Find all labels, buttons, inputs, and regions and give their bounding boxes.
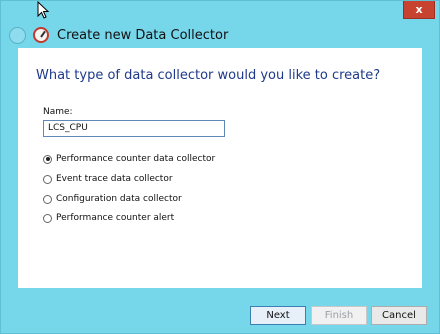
wizard-header: Create new Data Collector	[1, 25, 439, 47]
option-event-trace[interactable]: Event trace data collector	[43, 174, 173, 184]
radio-button[interactable]	[43, 194, 52, 204]
page-question: What type of data collector would you li…	[36, 68, 381, 83]
cancel-button[interactable]: Cancel	[371, 306, 427, 325]
mouse-cursor-icon	[37, 1, 50, 19]
close-button[interactable]: x	[403, 1, 435, 19]
back-arrow-icon[interactable]	[9, 27, 26, 44]
wizard-title: Create new Data Collector	[57, 28, 229, 43]
option-label: Configuration data collector	[56, 194, 182, 204]
name-input[interactable]: LCS_CPU	[43, 120, 225, 137]
next-button[interactable]: Next	[250, 306, 306, 325]
titlebar: x	[1, 1, 439, 21]
radio-button[interactable]	[43, 174, 52, 184]
option-label: Event trace data collector	[56, 174, 173, 184]
finish-button: Finish	[311, 306, 367, 325]
wizard-content: What type of data collector would you li…	[18, 48, 422, 288]
wizard-footer: Next Finish Cancel	[1, 291, 439, 334]
option-label: Performance counter alert	[56, 213, 175, 223]
dialog-window: x Create new Data Collector What type of…	[0, 0, 440, 334]
option-configuration[interactable]: Configuration data collector	[43, 194, 182, 204]
option-performance-counter[interactable]: Performance counter data collector	[43, 154, 215, 164]
performance-monitor-icon	[33, 27, 49, 43]
radio-button-checked[interactable]	[43, 154, 52, 164]
radio-button[interactable]	[43, 213, 52, 223]
name-label: Name:	[43, 107, 73, 117]
option-performance-alert[interactable]: Performance counter alert	[43, 213, 174, 223]
option-label: Performance counter data collector	[56, 154, 216, 164]
